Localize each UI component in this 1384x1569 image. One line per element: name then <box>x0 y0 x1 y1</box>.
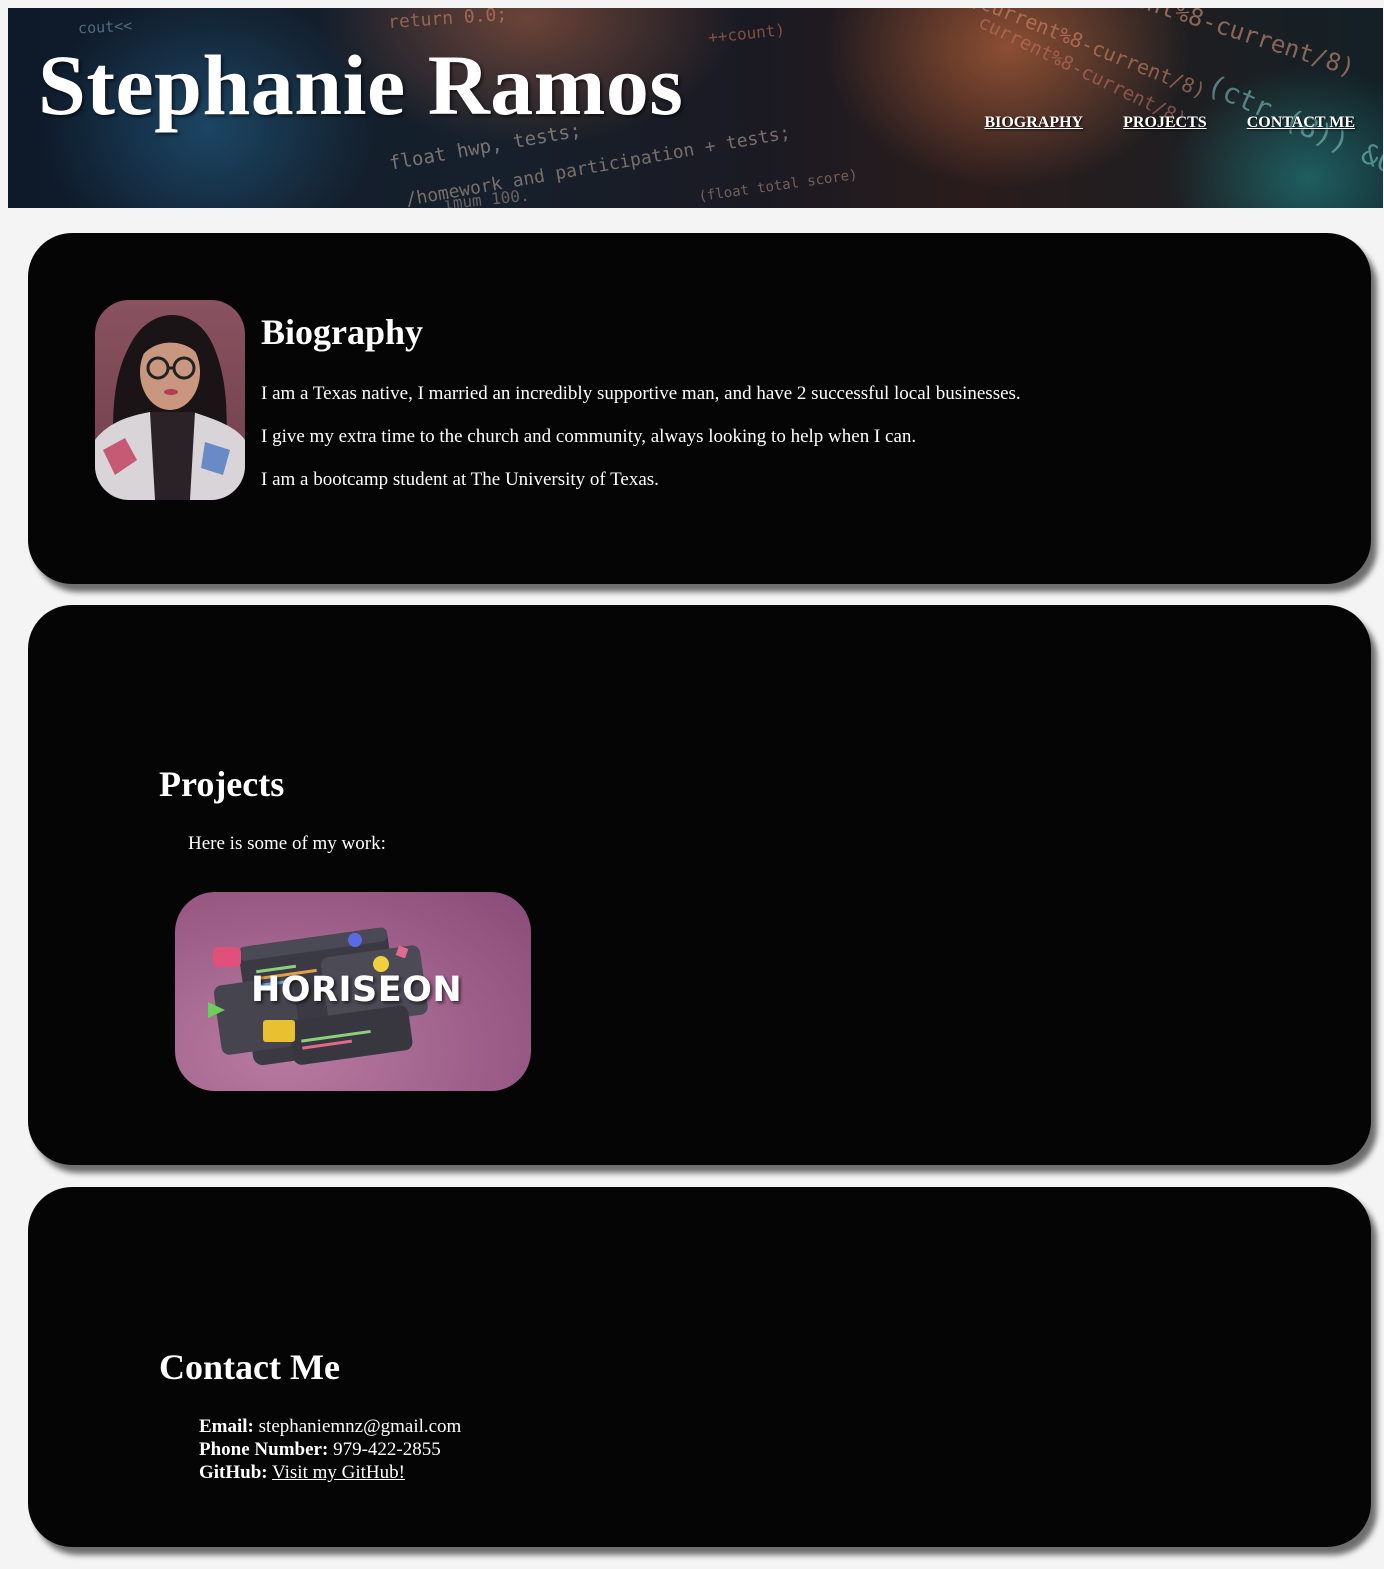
email-label: Email: <box>199 1416 254 1437</box>
nav-link-contact-me[interactable]: CONTACT ME <box>1247 114 1355 132</box>
email-value: stephaniemnz@gmail.com <box>258 1416 462 1437</box>
nav-link-projects[interactable]: PROJECTS <box>1123 114 1207 132</box>
contact-details: Email: stephaniemnz@gmail.com Phone Numb… <box>199 1415 461 1484</box>
bio-paragraph: I am a bootcamp student at The Universit… <box>261 469 659 490</box>
header-code-text: ++count) <box>707 20 786 47</box>
projects-intro: Here is some of my work: <box>188 833 386 854</box>
project-card-horiseon[interactable]: HORISEON <box>175 892 531 1091</box>
nav-link-biography[interactable]: BIOGRAPHY <box>984 114 1083 132</box>
github-label: GitHub: <box>199 1462 268 1483</box>
site-title: Stephanie Ramos <box>38 37 684 133</box>
phone-value: 979-422-2855 <box>333 1439 441 1460</box>
portrait-image <box>95 300 245 500</box>
biography-section: Biography I am a Texas native, I married… <box>28 233 1371 584</box>
header-banner: return 0.0; ++count) float hwp, tests; /… <box>8 8 1383 208</box>
bio-paragraph: I am a Texas native, I married an incred… <box>261 383 1021 404</box>
contact-section: Contact Me Email: stephaniemnz@gmail.com… <box>28 1187 1371 1547</box>
main-nav: BIOGRAPHY PROJECTS CONTACT ME <box>984 114 1355 132</box>
projects-heading: Projects <box>159 764 285 804</box>
phone-label: Phone Number: <box>199 1439 329 1460</box>
contact-github-row: GitHub: Visit my GitHub! <box>199 1461 461 1484</box>
contact-heading: Contact Me <box>159 1347 340 1387</box>
header-code-text: (ctr (8)) &0xff <box>1202 67 1383 202</box>
contact-email-row: Email: stephaniemnz@gmail.com <box>199 1415 461 1438</box>
profile-photo <box>95 300 245 500</box>
biography-heading: Biography <box>261 312 424 352</box>
project-title: HORISEON <box>251 970 463 1010</box>
header-code-text: cout<< <box>77 16 133 38</box>
github-link[interactable]: Visit my GitHub! <box>272 1462 405 1483</box>
header-code-text: return 0.0; <box>387 8 508 34</box>
header-code-text: (float total score) <box>697 166 859 206</box>
projects-section: Projects Here is some of my work: HORISE… <box>28 605 1371 1165</box>
contact-phone-row: Phone Number: 979-422-2855 <box>199 1438 461 1461</box>
bio-paragraph: I give my extra time to the church and c… <box>261 426 917 447</box>
